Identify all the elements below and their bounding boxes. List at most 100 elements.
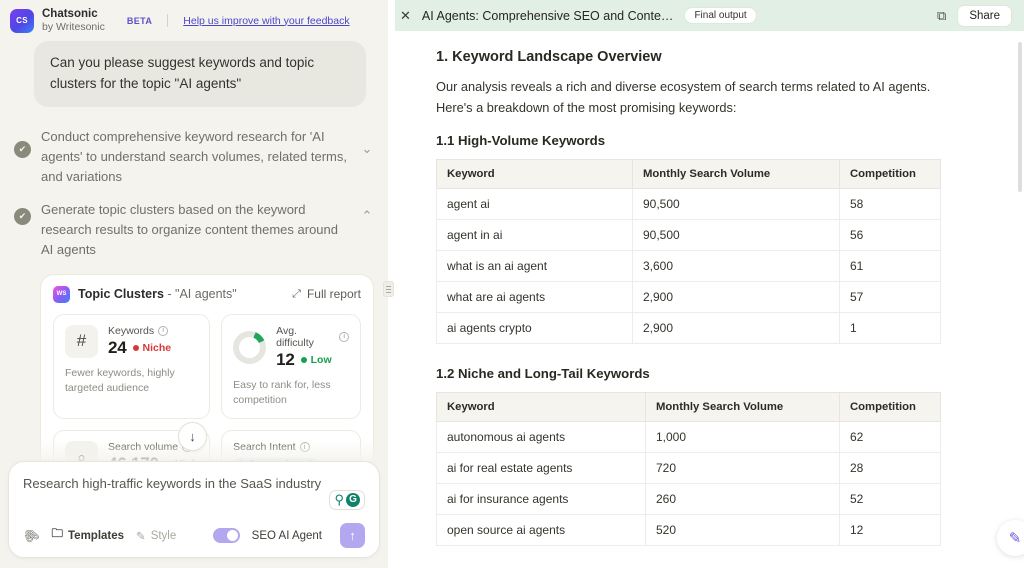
cell-keyword: ai agents crypto: [436, 312, 633, 345]
cell-competition: 61: [839, 250, 941, 283]
info-icon[interactable]: i: [158, 325, 169, 336]
info-icon[interactable]: i: [339, 331, 349, 342]
cell-volume: 520: [645, 514, 840, 547]
table-head: Keyword Monthly Search Volume Competitio…: [436, 159, 941, 190]
chevron-down-icon[interactable]: ⌄: [360, 141, 374, 157]
metric-tag: Niche: [132, 341, 172, 354]
grip-line: [386, 288, 391, 290]
user-message-bubble: Can you please suggest keywords and topi…: [34, 41, 366, 108]
task-item-2[interactable]: ✔ Generate topic clusters based on the k…: [14, 196, 374, 268]
attachment-icon[interactable]: 🖇: [20, 524, 43, 547]
column-header-competition: Competition: [839, 392, 941, 423]
cell-competition: 52: [839, 483, 941, 516]
topic-clusters-header: WS Topic Clusters - "AI agents" ⤢ Full r…: [53, 285, 361, 303]
metric-tag: Low: [300, 354, 332, 366]
table-row: open source ai agents 520 12: [436, 514, 941, 547]
beta-badge: BETA: [126, 15, 153, 26]
style-button[interactable]: ✎ Style: [136, 529, 176, 543]
topic-clusters-title: Topic Clusters - "AI agents": [78, 287, 237, 301]
arrow-up-icon: ↑: [349, 528, 356, 543]
check-circle-icon: ✔: [14, 207, 31, 225]
table-row: autonomous ai agents 1,000 62: [436, 421, 941, 454]
output-panel-header: ✕ AI Agents: Comprehensive SEO and Conte…: [388, 0, 1024, 31]
metric-label: Search volume: [108, 441, 179, 454]
task-item-1[interactable]: ✔ Conduct comprehensive keyword research…: [14, 123, 374, 195]
cell-competition: 62: [839, 421, 941, 454]
output-panel: ✕ AI Agents: Comprehensive SEO and Conte…: [388, 0, 1024, 568]
pen-icon: ✎: [136, 530, 146, 543]
composer-extensions: ⚲ G: [329, 489, 365, 510]
cell-competition: 28: [839, 452, 941, 485]
cell-keyword: agent in ai: [436, 219, 633, 252]
niche-longtail-keywords-table: Keyword Monthly Search Volume Competitio…: [436, 392, 941, 547]
metric-value-row: 12 Low: [276, 350, 349, 370]
table-body: autonomous ai agents 1,000 62 ai for rea…: [436, 421, 941, 547]
seo-agent-label: SEO AI Agent: [251, 529, 322, 542]
chat-sidebar: CS Chatsonic by Writesonic BETA Help us …: [0, 0, 388, 568]
cell-keyword: ai for insurance agents: [436, 483, 646, 516]
message-composer[interactable]: Research high-traffic keywords in the Sa…: [8, 460, 380, 558]
metric-tag-label: Niche: [142, 341, 172, 354]
cell-keyword: ai for real estate agents: [436, 452, 646, 485]
seo-agent-toggle[interactable]: [212, 528, 240, 543]
copy-icon[interactable]: ⧉: [937, 8, 946, 24]
metric-top: # Keywords i 24 Niche: [65, 324, 198, 358]
info-icon[interactable]: i: [299, 442, 310, 453]
writesonic-icon: WS: [53, 285, 70, 303]
brand-text: Chatsonic by Writesonic: [42, 8, 105, 33]
cell-volume: 90,500: [632, 188, 840, 221]
metric-label-row: Search Intent i: [233, 441, 349, 453]
cell-volume: 2,900: [632, 312, 840, 345]
composer-input[interactable]: Research high-traffic keywords in the Sa…: [23, 474, 365, 494]
app-root: CS Chatsonic by Writesonic BETA Help us …: [0, 0, 1024, 568]
topic-clusters-card: WS Topic Clusters - "AI agents" ⤢ Full r…: [40, 273, 374, 461]
scroll-to-bottom-button[interactable]: ↓: [178, 422, 207, 451]
metric-grid: # Keywords i 24 Niche Fewer keywords, hi…: [53, 313, 361, 461]
expand-icon: ⤢: [292, 287, 301, 300]
metric-label-row: Keywords i: [108, 325, 171, 337]
panel-drag-handle[interactable]: [383, 281, 394, 297]
close-icon[interactable]: ✕: [400, 8, 411, 24]
subsection-heading-1: 1.1 High-Volume Keywords: [436, 133, 606, 149]
task-2-label: Generate topic clusters based on the key…: [41, 201, 339, 257]
cell-keyword: what is an ai agent: [436, 250, 633, 283]
final-output-badge: Final output: [684, 7, 757, 24]
cell-competition: 56: [839, 219, 941, 252]
grammarly-icon[interactable]: G: [346, 492, 360, 507]
output-title: AI Agents: Comprehensive SEO and Conte…: [421, 8, 674, 23]
metric-label-row: Avg. difficulty i: [276, 325, 349, 349]
metric-value: 12: [276, 349, 295, 369]
pen-icon: ✎: [1008, 530, 1022, 547]
metric-card-difficulty: Avg. difficulty i 12 Low Easy to rank fo…: [221, 313, 361, 420]
table-row: what are ai agents 2,900 57: [436, 281, 941, 314]
document-scrollbar[interactable]: [1018, 42, 1022, 192]
column-header-volume: Monthly Search Volume: [632, 159, 840, 190]
metric-label: Keywords: [108, 324, 155, 337]
section-heading: 1. Keyword Landscape Overview: [436, 49, 662, 65]
table-row: ai for insurance agents 260 52: [436, 483, 941, 516]
full-report-button[interactable]: ⤢ Full report: [292, 287, 361, 301]
writesonic-icon-text: WS: [56, 291, 67, 298]
metric-body: Keywords i 24 Niche: [108, 325, 171, 358]
grip-line: [386, 291, 391, 293]
send-button[interactable]: ↑: [340, 523, 365, 548]
templates-button[interactable]: 🗀 Templates: [52, 526, 125, 545]
folder-icon: 🗀: [51, 528, 64, 540]
table-row: ai agents crypto 2,900 1: [436, 312, 941, 345]
metric-card-keywords: # Keywords i 24 Niche Fewer keywords, hi…: [53, 313, 211, 420]
cell-volume: 720: [645, 452, 840, 485]
feedback-link[interactable]: Help us improve with your feedback: [183, 15, 349, 27]
task-1-label: Conduct comprehensive keyword research f…: [41, 129, 347, 185]
metric-card-search-intent: Search Intent i Informational People wan…: [221, 430, 361, 461]
share-button[interactable]: Share: [957, 4, 1012, 27]
column-header-volume: Monthly Search Volume: [645, 392, 840, 423]
table-row: ai for real estate agents 720 28: [436, 452, 941, 485]
chat-scroll-area[interactable]: Can you please suggest keywords and topi…: [0, 39, 388, 461]
table-row: agent in ai 90,500 56: [436, 219, 941, 252]
cell-volume: 2,900: [632, 281, 840, 314]
cell-keyword: open source ai agents: [436, 514, 646, 547]
chevron-up-icon[interactable]: ⌃: [360, 208, 374, 224]
donut-chart-icon: [233, 330, 267, 364]
metric-top: ⌕ Search volume i 46,170: [65, 441, 198, 461]
lightbulb-icon[interactable]: ⚲: [334, 493, 344, 506]
